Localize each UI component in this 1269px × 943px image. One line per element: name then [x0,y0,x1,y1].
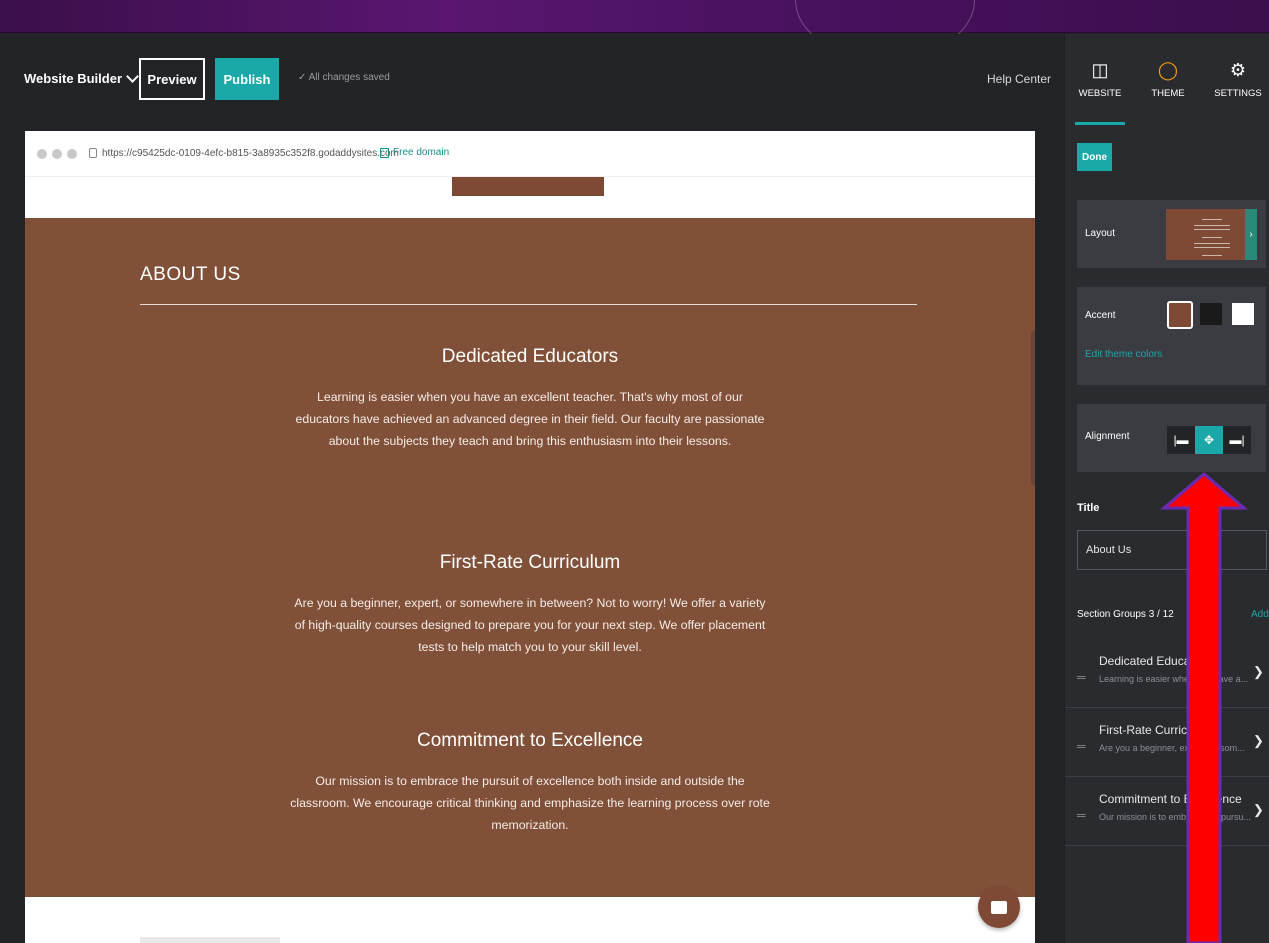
done-button[interactable]: Done [1077,143,1112,171]
website-builder-menu[interactable]: Website Builder [24,69,139,86]
preview-scrollbar[interactable] [1031,331,1035,485]
add-group-button[interactable]: Add [1251,609,1269,620]
edit-theme-colors-link[interactable]: Edit theme colors [1085,349,1162,360]
align-left-icon: |▬ [1173,433,1189,447]
annotation-arrow-icon [1160,472,1248,943]
color-ring-icon: ◯ [1157,60,1179,80]
accent-swatch-black[interactable] [1200,303,1222,325]
align-center-icon: ✥ [1203,433,1215,447]
url-bar: https://c95425dc-0109-4efc-b815-3a8935c3… [25,131,1035,177]
accent-swatch-brown[interactable] [1167,301,1193,329]
heading-divider [140,304,917,305]
tab-theme-label: THEME [1151,88,1185,99]
website-builder-label: Website Builder [24,71,123,86]
lock-icon [89,148,97,158]
align-left-button[interactable]: |▬ [1167,426,1195,454]
help-center-link[interactable]: Help Center [987,72,1051,86]
group-title[interactable]: First-Rate Curriculum [290,552,770,574]
accent-label: Accent [1085,310,1116,321]
active-tab-indicator [1075,122,1125,125]
tab-website[interactable]: ◫ WEBSITE [1065,58,1135,99]
top-decorative-band [0,0,1269,60]
alignment-toggle-group: |▬ ✥ ▬| [1167,426,1251,454]
alignment-label: Alignment [1085,431,1130,442]
accent-swatch-white[interactable] [1232,303,1254,325]
tab-settings[interactable]: ⚙ SETTINGS [1203,58,1269,99]
layout-next-icon[interactable]: › [1245,209,1257,260]
group-title[interactable]: Commitment to Excellence [290,730,770,752]
gear-icon: ⚙ [1229,60,1247,80]
alignment-card: Alignment |▬ ✥ ▬| [1077,404,1266,472]
site-url: https://c95425dc-0109-4efc-b815-3a8935c3… [102,148,399,159]
next-section [25,897,1035,943]
free-domain-link[interactable]: Free domain [380,147,449,158]
about-group-2[interactable]: First-Rate Curriculum Are you a beginner… [290,552,770,658]
next-section-heading-placeholder [140,937,280,943]
tab-website-label: WEBSITE [1078,88,1122,99]
publish-button[interactable]: Publish [215,58,279,100]
group-body[interactable]: Learning is easier when you have an exce… [290,386,770,452]
about-group-3[interactable]: Commitment to Excellence Our mission is … [290,730,770,836]
chevron-right-icon[interactable]: ❯ [1253,733,1264,749]
site-preview-frame: https://c95425dc-0109-4efc-b815-3a8935c3… [25,131,1035,943]
align-right-icon: ▬| [1229,433,1245,447]
accent-card: Accent Edit theme colors [1077,287,1266,385]
layout-thumbnail[interactable]: › [1166,209,1257,260]
tab-theme[interactable]: ◯ THEME [1133,58,1203,99]
title-field-label: Title [1077,502,1100,514]
group-title[interactable]: Dedicated Educators [290,346,770,368]
chevron-right-icon[interactable]: ❯ [1253,664,1264,680]
about-group-1[interactable]: Dedicated Educators Learning is easier w… [290,346,770,452]
align-right-button[interactable]: ▬| [1223,426,1251,454]
preview-button[interactable]: Preview [139,58,205,100]
chat-bubble-icon [991,900,1007,914]
window-icon: ◫ [1091,60,1109,80]
group-body[interactable]: Our mission is to embrace the pursuit of… [290,770,770,836]
drag-handle-icon[interactable]: ═ [1077,670,1086,684]
tab-settings-label: SETTINGS [1214,88,1262,99]
drag-handle-icon[interactable]: ═ [1077,808,1086,822]
window-dots [37,149,77,159]
chevron-down-icon [126,69,139,83]
previous-section-button[interactable] [452,177,604,196]
gift-icon [380,147,389,158]
save-status: ✓ All changes saved [298,72,390,83]
about-heading[interactable]: ABOUT US [140,264,241,286]
layout-label: Layout [1085,228,1116,239]
chat-button[interactable] [978,886,1020,928]
free-domain-label: Free domain [393,147,450,158]
group-body[interactable]: Are you a beginner, expert, or somewhere… [290,592,770,658]
layout-card[interactable]: Layout › [1077,200,1266,268]
chevron-right-icon[interactable]: ❯ [1253,802,1264,818]
panel-tabs: ◫ WEBSITE ◯ THEME ⚙ SETTINGS [1065,34,1269,126]
align-center-button[interactable]: ✥ [1195,426,1223,454]
about-section[interactable]: ABOUT US Dedicated Educators Learning is… [25,218,1035,897]
drag-handle-icon[interactable]: ═ [1077,739,1086,753]
